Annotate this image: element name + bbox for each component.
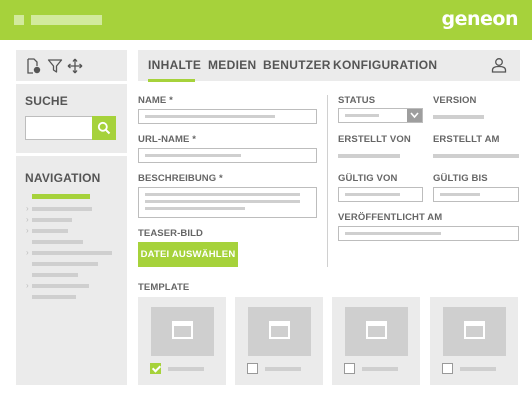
chevron-right-icon[interactable]: › bbox=[26, 227, 29, 235]
move-icon[interactable] bbox=[67, 58, 83, 74]
tab-inhalte[interactable]: INHALTE bbox=[148, 58, 201, 72]
filter-icon[interactable] bbox=[47, 58, 63, 74]
nav-item[interactable] bbox=[32, 295, 76, 299]
template-label: TEMPLATE bbox=[138, 282, 190, 293]
created-at-value bbox=[433, 154, 519, 158]
nav-item[interactable] bbox=[32, 273, 78, 277]
template-thumbnail bbox=[248, 307, 311, 356]
valid-from-label: GÜLTIG VON bbox=[338, 173, 398, 184]
window-icon bbox=[269, 321, 290, 339]
template-card[interactable] bbox=[138, 297, 226, 385]
urlname-field[interactable] bbox=[138, 148, 317, 163]
search-icon bbox=[97, 121, 111, 135]
version-label: VERSION bbox=[433, 95, 477, 106]
template-thumbnail bbox=[151, 307, 214, 356]
chevron-right-icon[interactable]: › bbox=[26, 216, 29, 224]
template-name bbox=[265, 367, 301, 371]
toolbar-panel bbox=[16, 50, 127, 81]
tab-konfiguration[interactable]: KONFIGURATION bbox=[333, 58, 437, 72]
chevron-right-icon[interactable]: › bbox=[26, 282, 29, 290]
navigation-panel: NAVIGATION › › › › › bbox=[16, 156, 127, 385]
nav-item[interactable] bbox=[32, 262, 98, 266]
window-icon bbox=[464, 321, 485, 339]
choose-file-button[interactable]: DATEI AUSWÄHLEN bbox=[138, 242, 238, 267]
valid-to-field[interactable] bbox=[433, 187, 519, 202]
description-field[interactable] bbox=[138, 187, 317, 218]
window-icon bbox=[172, 321, 193, 339]
template-name bbox=[168, 367, 204, 371]
description-label: BESCHREIBUNG * bbox=[138, 173, 223, 184]
chevron-right-icon[interactable]: › bbox=[26, 249, 29, 257]
valid-to-label: GÜLTIG BIS bbox=[433, 173, 488, 184]
nav-item[interactable] bbox=[32, 284, 89, 288]
template-card[interactable] bbox=[235, 297, 323, 385]
navigation-title: NAVIGATION bbox=[25, 171, 101, 185]
top-bar: geneon bbox=[0, 0, 532, 40]
window-icon bbox=[366, 321, 387, 339]
template-checkbox[interactable] bbox=[344, 363, 355, 374]
template-name bbox=[362, 367, 398, 371]
chevron-down-icon[interactable] bbox=[407, 109, 422, 122]
app-title-placeholder bbox=[31, 15, 102, 25]
status-label: STATUS bbox=[338, 95, 376, 106]
template-name bbox=[460, 367, 496, 371]
new-file-icon[interactable] bbox=[25, 58, 41, 74]
nav-item[interactable] bbox=[32, 251, 112, 255]
template-thumbnail bbox=[345, 307, 408, 356]
template-checkbox[interactable] bbox=[247, 363, 258, 374]
status-select[interactable] bbox=[338, 108, 423, 123]
template-card[interactable] bbox=[430, 297, 518, 385]
template-checkbox[interactable] bbox=[442, 363, 453, 374]
tab-benutzer[interactable]: BENUTZER bbox=[263, 58, 331, 72]
nav-item-active[interactable] bbox=[32, 194, 90, 199]
search-title: SUCHE bbox=[25, 94, 69, 108]
chevron-right-icon[interactable]: › bbox=[26, 205, 29, 213]
created-by-label: ERSTELLT VON bbox=[338, 134, 411, 145]
template-checkbox[interactable] bbox=[150, 363, 161, 374]
teaser-label: TEASER-BILD bbox=[138, 228, 203, 239]
nav-item[interactable] bbox=[32, 240, 83, 244]
search-button[interactable] bbox=[92, 116, 116, 140]
nav-item[interactable] bbox=[32, 218, 72, 222]
nav-item[interactable] bbox=[32, 207, 92, 211]
brand-logo: geneon bbox=[441, 8, 519, 30]
template-card[interactable] bbox=[332, 297, 420, 385]
name-field[interactable] bbox=[138, 109, 317, 124]
tab-medien[interactable]: MEDIEN bbox=[208, 58, 256, 72]
menu-square-icon[interactable] bbox=[14, 15, 24, 25]
search-input[interactable] bbox=[25, 116, 92, 140]
active-tab-indicator bbox=[148, 79, 195, 82]
created-at-label: ERSTELLT AM bbox=[433, 134, 500, 145]
urlname-label: URL-NAME * bbox=[138, 134, 196, 145]
user-icon[interactable] bbox=[491, 57, 507, 73]
version-value bbox=[433, 115, 484, 119]
published-field[interactable] bbox=[338, 226, 519, 241]
column-divider bbox=[327, 95, 328, 267]
name-label: NAME * bbox=[138, 95, 173, 106]
search-panel: SUCHE bbox=[16, 84, 127, 153]
published-label: VERÖFFENTLICHT AM bbox=[338, 212, 443, 223]
template-thumbnail bbox=[443, 307, 506, 356]
nav-item[interactable] bbox=[32, 229, 68, 233]
created-by-value bbox=[338, 154, 400, 158]
valid-from-field[interactable] bbox=[338, 187, 423, 202]
